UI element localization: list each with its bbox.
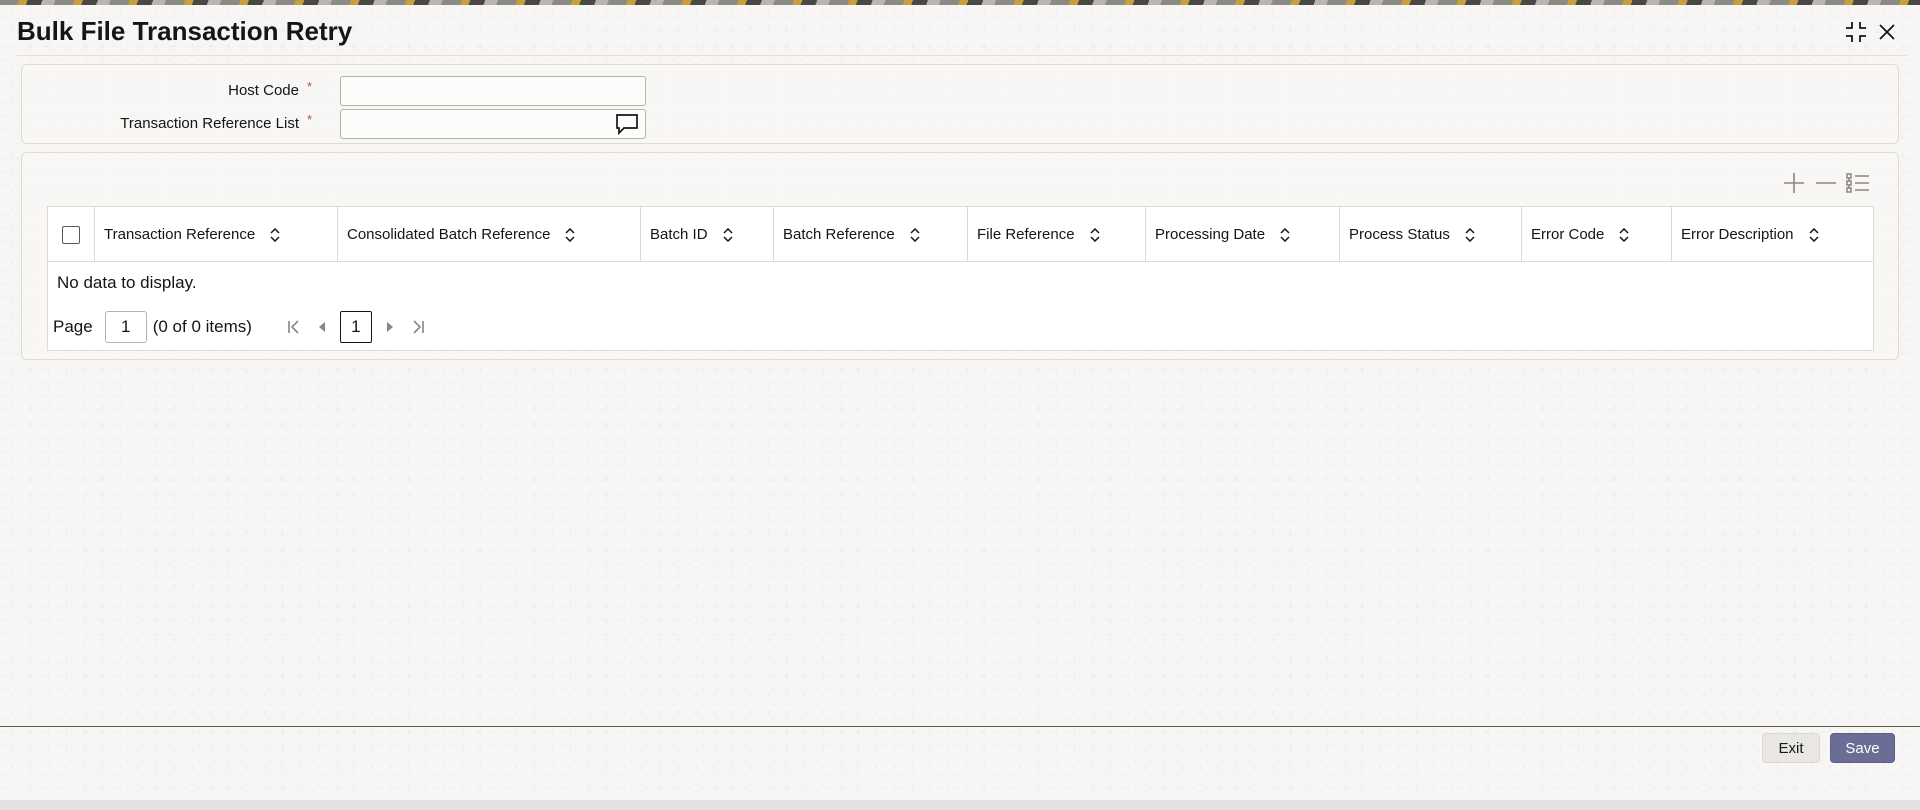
- results-table: Transaction Reference Consolidated Batch…: [47, 206, 1874, 351]
- sort-icon[interactable]: [722, 227, 734, 242]
- transaction-reference-list-label-wrap: Transaction Reference List: [22, 115, 299, 135]
- column-label: Error Code: [1531, 226, 1605, 243]
- column-label: Batch ID: [650, 226, 708, 243]
- sort-icon[interactable]: [1618, 227, 1630, 242]
- sort-icon[interactable]: [269, 227, 281, 242]
- column-header-error-description[interactable]: Error Description: [1672, 207, 1875, 262]
- previous-page-icon[interactable]: [308, 311, 336, 343]
- column-header-batch-reference[interactable]: Batch Reference: [774, 207, 968, 262]
- host-code-input[interactable]: [340, 76, 646, 106]
- items-summary: (0 of 0 items): [152, 317, 252, 336]
- results-panel: Transaction Reference Consolidated Batch…: [21, 152, 1899, 360]
- select-all-checkbox[interactable]: [62, 225, 80, 244]
- column-label: Batch Reference: [783, 226, 895, 243]
- current-page-button[interactable]: 1: [339, 311, 372, 343]
- empty-table-message: No data to display.: [57, 273, 197, 292]
- column-header-consolidated-batch-reference[interactable]: Consolidated Batch Reference: [338, 207, 641, 262]
- host-code-label-wrap: Host Code: [22, 82, 299, 102]
- close-icon[interactable]: [1874, 19, 1900, 45]
- column-label: File Reference: [977, 226, 1075, 243]
- list-columns-icon[interactable]: [1844, 169, 1872, 197]
- page-title: Bulk File Transaction Retry: [17, 16, 353, 46]
- bottom-strip: [0, 800, 1920, 810]
- column-label: Transaction Reference: [104, 226, 256, 243]
- column-label: Processing Date: [1155, 226, 1266, 243]
- sort-icon[interactable]: [1464, 227, 1476, 242]
- title-bar: Bulk File Transaction Retry: [0, 5, 1920, 57]
- criteria-panel: Host Code * Transaction Reference List *: [21, 64, 1899, 144]
- collapse-corners-icon[interactable]: [1843, 19, 1869, 45]
- footer-divider: [0, 726, 1920, 727]
- transaction-reference-list-input[interactable]: [340, 109, 646, 139]
- column-header-process-status[interactable]: Process Status: [1340, 207, 1522, 262]
- chat-bubble-icon[interactable]: [615, 113, 639, 136]
- host-code-label: Host Code: [228, 82, 299, 99]
- minus-icon[interactable]: [1812, 169, 1840, 197]
- column-label: Consolidated Batch Reference: [347, 226, 551, 243]
- column-header-error-code[interactable]: Error Code: [1522, 207, 1672, 262]
- title-divider: [17, 55, 1907, 56]
- exit-button[interactable]: Exit: [1762, 733, 1820, 763]
- column-label: Error Description: [1681, 226, 1794, 243]
- sort-icon[interactable]: [1808, 227, 1820, 242]
- transaction-reference-list-required-mark: *: [307, 112, 313, 127]
- sort-icon[interactable]: [564, 227, 576, 242]
- host-code-required-mark: *: [307, 79, 313, 94]
- first-page-icon[interactable]: [280, 311, 308, 343]
- save-button[interactable]: Save: [1830, 733, 1895, 763]
- page-number-input[interactable]: [104, 311, 147, 343]
- page-label: Page: [53, 317, 93, 336]
- sort-icon[interactable]: [1279, 227, 1291, 242]
- column-header-processing-date[interactable]: Processing Date: [1146, 207, 1340, 262]
- transaction-reference-list-label: Transaction Reference List: [120, 115, 299, 132]
- pagination-bar: Page (0 of 0 items) 1: [53, 310, 432, 344]
- column-header-batch-id[interactable]: Batch ID: [641, 207, 774, 262]
- table-header-row: Transaction Reference Consolidated Batch…: [48, 207, 1873, 262]
- last-page-icon[interactable]: [404, 311, 432, 343]
- next-page-icon[interactable]: [376, 311, 404, 343]
- plus-icon[interactable]: [1780, 169, 1808, 197]
- sort-icon[interactable]: [909, 227, 921, 242]
- column-label: Process Status: [1349, 226, 1450, 243]
- column-header-file-reference[interactable]: File Reference: [968, 207, 1146, 262]
- sort-icon[interactable]: [1089, 227, 1101, 242]
- column-header-transaction-reference[interactable]: Transaction Reference: [95, 207, 338, 262]
- select-all-cell: [48, 207, 95, 262]
